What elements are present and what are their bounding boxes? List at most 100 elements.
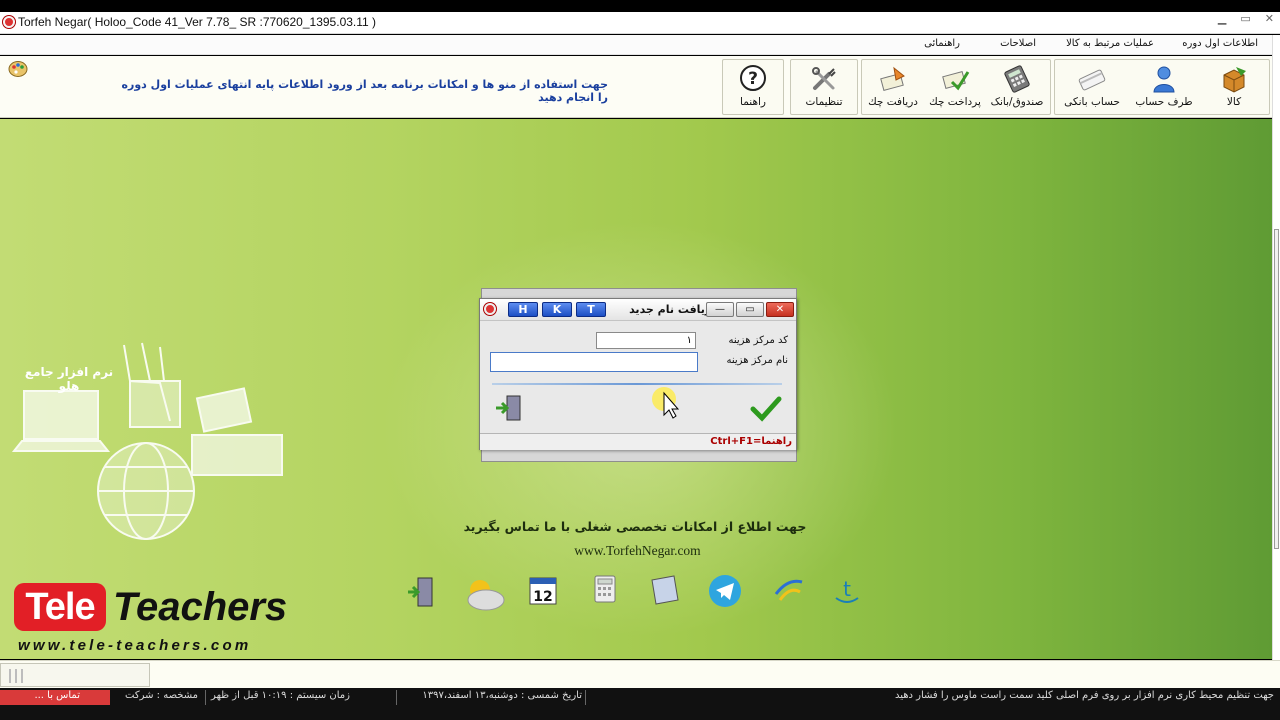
website-link[interactable]: www.TorfehNegar.com	[500, 543, 775, 559]
goods-label: کالا	[1226, 96, 1242, 108]
toolbar-hint: جهت استفاده از منو ها و امکانات برنامه ب…	[121, 78, 608, 104]
bank-card-icon	[1078, 69, 1106, 91]
dialog-app-icon	[484, 303, 496, 315]
bottom-divider-2	[396, 690, 397, 705]
dock-weather[interactable]	[460, 574, 508, 650]
notepad-icon	[651, 575, 679, 605]
dock-calculator[interactable]	[592, 574, 632, 650]
holoo-illustration: نرم افزار جامع هلو	[10, 341, 295, 541]
dock-exit[interactable]	[404, 574, 444, 650]
settings-label: تنظیمات	[805, 96, 843, 108]
svg-text:t: t	[843, 577, 851, 601]
dialog-separator	[492, 383, 782, 385]
quick-launch-dock: 12 t	[400, 574, 870, 654]
bottom-divider-1	[205, 690, 206, 705]
brand-url: www.tele-teachers.com	[18, 637, 252, 654]
status-progress-strip	[0, 663, 150, 687]
bottom-contact-text: تماس با ...	[34, 690, 80, 701]
dock-torfeh[interactable]: t	[830, 574, 870, 650]
window-title: Torfeh Negar( Holoo_Code 41_Ver 7.78_ SR…	[18, 15, 377, 29]
toolbar-help-button[interactable]: ? راهنما	[723, 60, 783, 114]
maximize-button[interactable]: ▭	[1240, 12, 1250, 25]
app-icon	[3, 16, 15, 28]
hotkey-k-button[interactable]: K	[542, 302, 572, 317]
dialog-titlebar[interactable]: H K T دریافت نام جدید — ▭ ✕	[480, 299, 796, 321]
person-icon	[1153, 66, 1175, 93]
torfeh-logo-icon: t	[835, 577, 859, 603]
dialog-exit-button[interactable]	[494, 393, 524, 423]
dock-notepad[interactable]	[648, 574, 688, 650]
check-receive-label: دریافت چك	[868, 96, 918, 108]
dock-website[interactable]	[772, 574, 812, 650]
dialog-help-hint: Ctrl+F1=راهنما	[710, 436, 792, 447]
tools-icon	[812, 67, 836, 90]
brand-tele: Tele	[14, 583, 106, 631]
menu-corrections[interactable]: اصلاحات	[1000, 38, 1036, 49]
hotkey-h-button[interactable]: H	[508, 302, 538, 317]
bottom-company-text: مشخصه : شرکت	[125, 690, 198, 701]
toolbar-check-payment-button[interactable]: پرداخت چك	[924, 60, 986, 114]
toolbar-goods-button[interactable]: کالا	[1199, 60, 1269, 114]
toolbar-settings-button[interactable]: تنظیمات	[791, 60, 857, 114]
bottom-date-text: تاریخ شمسی : دوشنبه،۱۳ اسفند،۱۳۹۷	[422, 690, 582, 701]
website-icon	[774, 579, 803, 601]
cost-center-name-input[interactable]	[490, 352, 698, 372]
dialog-close-button[interactable]: ✕	[766, 302, 794, 317]
top-black-band	[0, 0, 1280, 12]
help-label: راهنما	[740, 96, 766, 108]
vertical-scrollbar[interactable]	[1272, 35, 1280, 660]
check-payment-label: پرداخت چك	[929, 96, 981, 108]
menu-initial-info[interactable]: اطلاعات اول دوره	[1182, 38, 1258, 49]
hotkey-t-button[interactable]: T	[576, 302, 606, 317]
dialog-ok-button[interactable]	[750, 395, 782, 423]
contact-info-text: جهت اطلاع از امکانات تخصصی شغلی با ما تم…	[463, 519, 807, 534]
exit-door-icon	[408, 577, 433, 607]
cost-center-code-input[interactable]	[596, 332, 696, 349]
toolbar-cashbox-button[interactable]: صندوق/بانک	[986, 60, 1048, 114]
dock-calendar[interactable]: 12	[528, 574, 568, 650]
dialog-minimize-button[interactable]: —	[706, 302, 734, 317]
illustration-caption: نرم افزار جامع هلو	[24, 365, 114, 393]
dialog-title: دریافت نام جدید	[629, 303, 717, 316]
palette-icon[interactable]	[8, 60, 28, 78]
menu-help[interactable]: راهنمائی	[924, 38, 960, 49]
cost-center-name-label: نام مرکز هزینه	[726, 355, 788, 366]
check-payment-icon	[942, 71, 970, 91]
minimize-button[interactable]: ▁	[1218, 12, 1226, 25]
toolbar-bank-account-button[interactable]: حساب بانکی	[1055, 60, 1129, 114]
mouse-cursor-icon	[652, 387, 680, 419]
close-button[interactable]: ✕	[1265, 12, 1274, 25]
check-receive-icon	[880, 66, 905, 91]
toolbar-check-receive-button[interactable]: دریافت چك	[862, 60, 924, 114]
dock-telegram[interactable]	[708, 574, 748, 650]
bottom-info-bar: تماس با ... مشخصه : شرکت زمان سیستم : ۱۰…	[0, 688, 1280, 720]
new-name-dialog: H K T دریافت نام جدید — ▭ ✕ کد مرکز هزین…	[479, 298, 797, 450]
weather-icon	[467, 580, 505, 611]
telegram-icon	[709, 575, 741, 607]
bottom-time-text: زمان سیستم : ۱۰:۱۹ قبل از ظهر	[211, 690, 350, 701]
brand-teachers: Teachers	[113, 585, 288, 629]
settings-group: تنظیمات	[790, 59, 858, 115]
dialog-maximize-button[interactable]: ▭	[736, 302, 764, 317]
title-bar: Torfeh Negar( Holoo_Code 41_Ver 7.78_ SR…	[0, 12, 1280, 34]
calendar-icon: 12	[529, 577, 557, 605]
help-group: ? راهنما	[722, 59, 784, 115]
accounts-group: حساب بانکی طرف حساب کالا	[1054, 59, 1270, 115]
toolbar: جهت استفاده از منو ها و امکانات برنامه ب…	[0, 56, 1272, 118]
help-icon: ?	[740, 65, 766, 91]
cost-center-code-label: کد مرکز هزینه	[728, 335, 788, 346]
toolbar-party-button[interactable]: طرف حساب	[1129, 60, 1199, 114]
finance-group: دریافت چك پرداخت چك صندوق/بانک	[861, 59, 1051, 115]
calculator-icon	[594, 575, 616, 603]
bottom-divider-3	[585, 690, 586, 705]
bottom-message-text: جهت تنظیم محیط کاری نرم افزار بر روی فرم…	[894, 690, 1274, 701]
scrollbar-thumb[interactable]	[1274, 229, 1279, 549]
teleteachers-watermark: Tele Teachers www.tele-teachers.com	[14, 579, 304, 659]
menu-goods-operations[interactable]: عملیات مرتبط به کالا	[1066, 38, 1154, 49]
cashbox-label: صندوق/بانک	[990, 96, 1044, 108]
box-icon	[1223, 67, 1246, 93]
menu-bar: اطلاعات اول دوره عملیات مرتبط به کالا اص…	[0, 35, 1272, 55]
bank-account-label: حساب بانکی	[1064, 96, 1120, 108]
status-bar	[0, 660, 1280, 688]
svg-text:12: 12	[533, 589, 552, 605]
